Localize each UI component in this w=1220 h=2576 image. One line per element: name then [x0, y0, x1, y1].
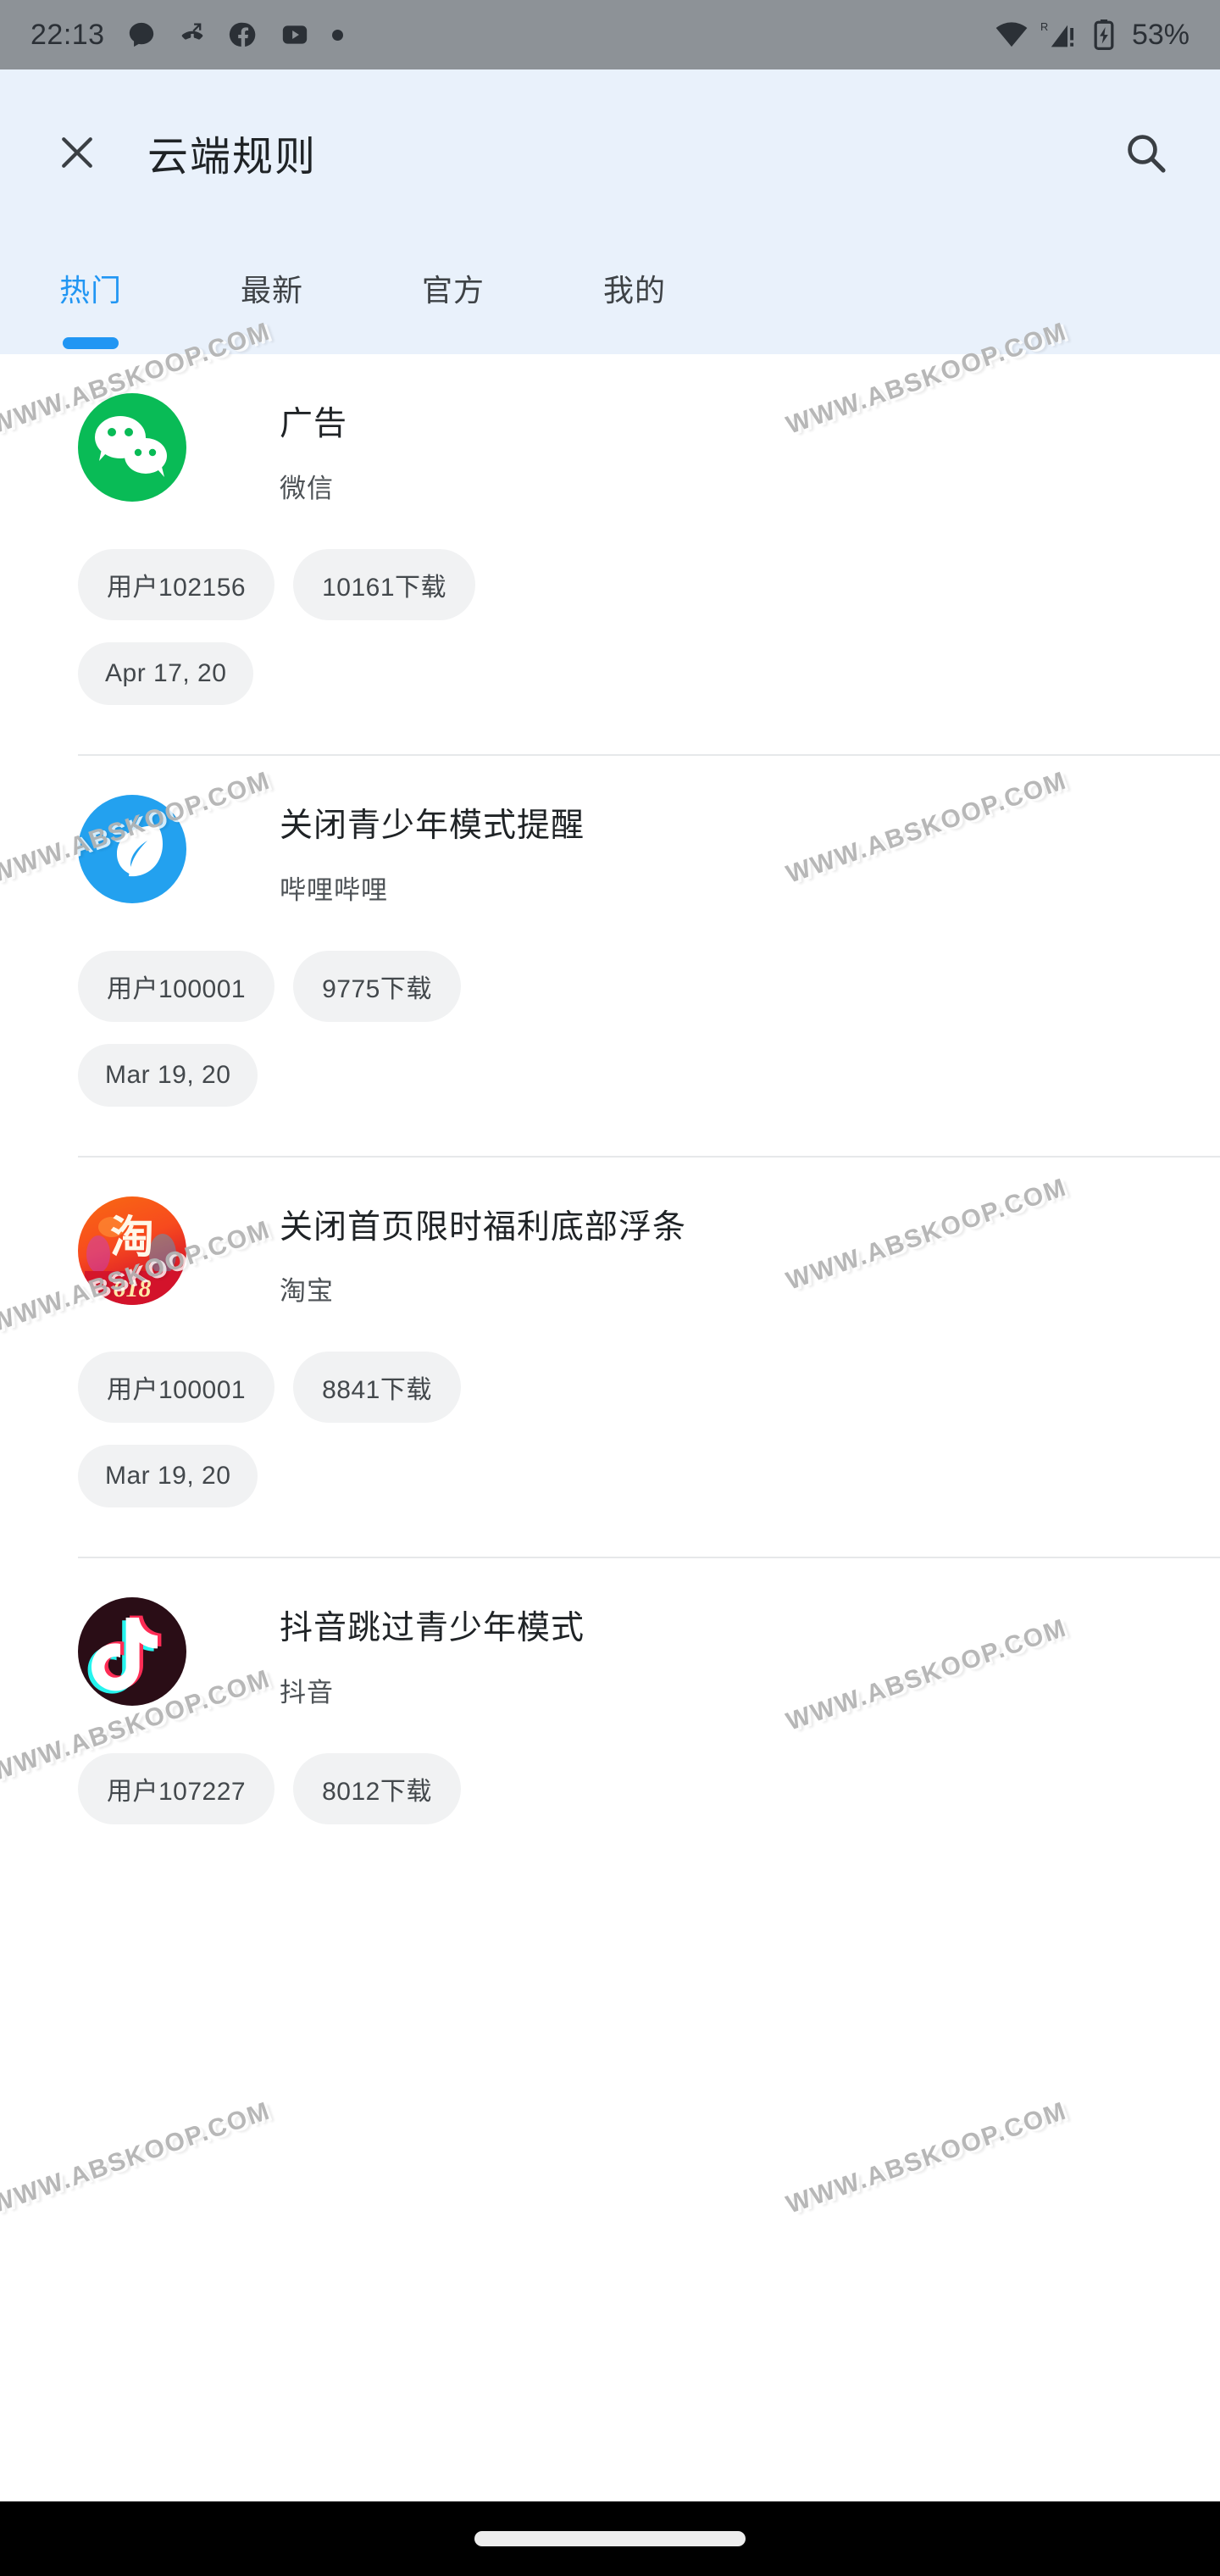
- rule-title: 关闭青少年模式提醒: [280, 807, 585, 844]
- tab-bar: 热门 最新 官方 我的: [0, 236, 1220, 354]
- status-bar-left: 22:13: [30, 19, 995, 52]
- youtube-icon: [282, 25, 307, 44]
- cellular-signal-roaming-icon: R: [1040, 20, 1073, 47]
- tab-latest-label: 最新: [240, 273, 303, 308]
- system-navigation-bar: [0, 2501, 1220, 2576]
- close-icon: [62, 137, 92, 168]
- svg-text:R: R: [1040, 20, 1048, 33]
- tab-latest[interactable]: 最新: [181, 266, 363, 310]
- user-chip: 用户100001: [78, 1352, 275, 1424]
- rule-meta-chips: 用户100001 8841下载: [0, 1307, 1127, 1424]
- facebook-icon: [229, 22, 255, 47]
- rule-date-chips: Apr 17, 20: [0, 620, 1127, 705]
- phone-screen: 22:13 R 53% 云端规则 热门 最新 官方 我的 广告 微信 用户102…: [0, 0, 1220, 2576]
- rule-date-chips: Mar 19, 20: [0, 1022, 1127, 1107]
- dot-icon: [331, 29, 343, 41]
- messages-icon: [129, 22, 153, 47]
- svg-text:淘: 淘: [110, 1213, 154, 1263]
- rule-title: 抖音跳过青少年模式: [280, 1610, 585, 1647]
- rule-date-chips: Mar 19, 20: [0, 1423, 1127, 1508]
- tab-hot-label: 热门: [58, 273, 122, 308]
- rule-list-item[interactable]: 淘 618 关闭首页限时福利底部浮条 淘宝 用户100001 8841下载 Ma…: [0, 1158, 1220, 1559]
- tab-hot[interactable]: 热门: [0, 266, 181, 349]
- tab-active-indicator: [63, 337, 119, 349]
- battery-percent-label: 53%: [1131, 18, 1190, 51]
- user-chip: 用户107227: [78, 1753, 275, 1825]
- downloads-chip: 8012下载: [293, 1753, 461, 1825]
- rule-app-name: 淘宝: [280, 1276, 334, 1307]
- status-bar: 22:13 R 53%: [0, 0, 1220, 69]
- rule-app-name: 微信: [280, 473, 334, 503]
- search-icon: [1128, 135, 1166, 173]
- rule-app-name: 哔哩哔哩: [280, 874, 388, 905]
- rule-list[interactable]: 广告 微信 用户102156 10161下载 Apr 17, 20 关闭青少年模…: [0, 354, 1220, 2576]
- downloads-chip: 10161下载: [293, 548, 476, 620]
- rule-meta-chips: 用户100001 9775下载: [0, 907, 1127, 1022]
- date-chip: Mar 19, 20: [78, 1445, 258, 1508]
- rule-title: 广告: [280, 406, 348, 442]
- date-chip: Apr 17, 20: [78, 641, 254, 705]
- downloads-chip: 9775下载: [293, 950, 461, 1022]
- status-bar-clock: 22:13: [30, 18, 105, 51]
- tab-official-label: 官方: [421, 273, 485, 308]
- douyin-icon: [78, 1597, 186, 1707]
- svg-text:618: 618: [114, 1274, 152, 1302]
- status-bar-right: R 53%: [995, 19, 1190, 52]
- rule-app-name: 抖音: [280, 1678, 334, 1708]
- tab-mine[interactable]: 我的: [544, 266, 725, 310]
- battery-charging-icon: [1094, 19, 1114, 50]
- downloads-chip: 8841下载: [293, 1352, 461, 1424]
- rule-title: 关闭首页限时福利底部浮条: [280, 1208, 687, 1246]
- home-gesture-pill[interactable]: [474, 2531, 746, 2546]
- user-chip: 用户102156: [78, 548, 275, 620]
- missed-call-icon: [181, 23, 202, 40]
- wechat-icon: [78, 393, 186, 502]
- app-bar: 云端规则: [0, 69, 1220, 236]
- rule-list-item[interactable]: 关闭青少年模式提醒 哔哩哔哩 用户100001 9775下载 Mar 19, 2…: [0, 756, 1220, 1158]
- rule-meta-chips: 用户107227 8012下载: [0, 1709, 1127, 1825]
- tab-official[interactable]: 官方: [363, 266, 544, 310]
- bilibili-icon: [78, 794, 186, 903]
- page-title: 云端规则: [147, 135, 318, 180]
- taobao-618-icon: 淘 618: [78, 1196, 186, 1305]
- wifi-icon: [995, 22, 1028, 47]
- rule-list-item[interactable]: 抖音跳过青少年模式 抖音 用户107227 8012下载: [0, 1558, 1220, 1846]
- date-chip: Mar 19, 20: [78, 1043, 258, 1107]
- close-button[interactable]: [30, 130, 124, 175]
- rule-date-chips: [0, 1824, 1127, 1846]
- tab-mine-label: 我的: [602, 273, 666, 308]
- search-button[interactable]: [1095, 129, 1196, 176]
- user-chip: 用户100001: [78, 950, 275, 1022]
- rule-list-item[interactable]: 广告 微信 用户102156 10161下载 Apr 17, 20: [0, 354, 1220, 756]
- rule-meta-chips: 用户102156 10161下载: [0, 505, 1127, 620]
